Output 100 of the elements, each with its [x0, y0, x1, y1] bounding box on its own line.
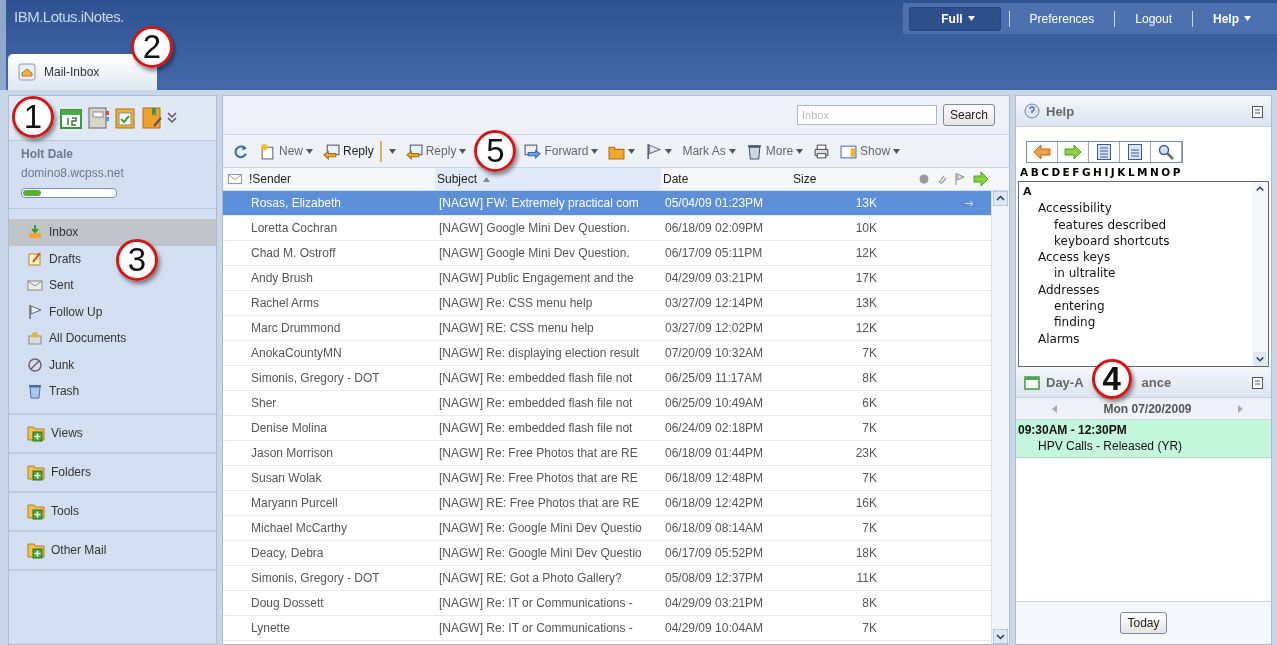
letter-link[interactable]: E	[1062, 166, 1070, 178]
folder-item[interactable]: Drafts	[9, 245, 89, 272]
letter-link[interactable]: N	[1150, 166, 1159, 178]
date-cell-text: 06/18/09 02:09PM	[664, 221, 765, 235]
section-header[interactable]: Folders	[9, 453, 216, 493]
letter-link[interactable]: D	[1051, 166, 1061, 178]
message-row[interactable]: Lynette [NAGW] Re: IT or Communications - 04/29/09 10:04AM 7K	[223, 616, 991, 641]
subject-cell-text: [NAGW] Re: IT or Communications -	[438, 596, 634, 610]
message-row[interactable]: Rachel Arms [NAGW] Re: CSS menu help 03/27/09 12:14PM 13K	[223, 291, 991, 316]
message-row[interactable]: Maryann Purcell [NAGW] RE: Free Photos that are RE 06/18/09 12:42PM 16K	[223, 491, 991, 516]
scroll-down-icon[interactable]	[1253, 352, 1267, 366]
sender-cell-text: Sher	[250, 396, 278, 410]
message-row[interactable]: Sher [NAGW] Re: embedded flash file not 06/25/09 10:49AM 6K	[223, 391, 991, 416]
size-cell-text: 8K	[861, 371, 878, 385]
message-row[interactable]: Marc Drummond [NAGW] RE: CSS menu help 03/27/09 12:02PM 12K	[223, 316, 991, 341]
index-entry[interactable]: in ultralite	[1054, 265, 1116, 282]
letter-link[interactable]: O	[1161, 166, 1171, 178]
letter-link[interactable]: A	[1020, 166, 1029, 178]
size-cell-text: 7K	[861, 346, 878, 360]
back-arrow-icon[interactable]	[1033, 145, 1051, 159]
forward-arrow-icon[interactable]	[1064, 145, 1082, 159]
address-book-icon[interactable]	[86, 106, 110, 130]
today-button[interactable]: Today	[1120, 612, 1167, 634]
message-row[interactable]: Chad M. Ostroff [NAGW] Google Mini Dev Question. 06/17/09 05:11PM 12K	[223, 241, 991, 266]
message-row[interactable]: Jason Morrison [NAGW] Re: Free Photos that are RE 06/18/09 01:44PM 23K	[223, 441, 991, 466]
column-header[interactable]: !Sender	[247, 168, 435, 190]
letter-link[interactable]: M	[1137, 166, 1148, 178]
menu-link[interactable]: Logout	[1123, 6, 1184, 31]
message-row[interactable]: Denise Molina [NAGW] Re: embedded flash file not 06/24/09 02:18PM 7K	[223, 416, 991, 441]
message-row[interactable]: Loretta Cochran [NAGW] Google Mini Dev Question. 06/18/09 02:09PM 10K	[223, 216, 991, 241]
message-row[interactable]: Susan Wolak [NAGW] Re: Free Photos that are RE 06/18/09 12:48PM 7K	[223, 466, 991, 491]
message-row[interactable]: Simonis, Gregory - DOT [NAGW] RE: Got a Photo Gallery? 05/08/09 12:37PM 11K	[223, 566, 991, 591]
index-entry[interactable]: Accessibility	[1038, 200, 1112, 217]
column-header[interactable]: Subject	[435, 168, 661, 190]
message-row[interactable]: Deacy, Debra [NAGW] Re: Google Mini Dev Questio 06/17/09 05:52PM 18K	[223, 541, 991, 566]
letter-link[interactable]: G	[1081, 166, 1091, 178]
toolbar-button[interactable]: Forward	[521, 140, 602, 162]
letter-link[interactable]: B	[1030, 166, 1039, 178]
panel-menu-icon[interactable]	[1252, 104, 1263, 118]
toolbar-button[interactable]: Show	[837, 140, 904, 162]
calendar-entry[interactable]: 09:30AM - 12:30PM HPV Calls - Released (YR)	[1016, 420, 1271, 458]
folder-item[interactable]: Trash	[9, 378, 88, 405]
notebook-icon[interactable]	[140, 106, 164, 130]
index-entry[interactable]: features described	[1054, 216, 1167, 233]
toolbar-button[interactable]: New	[256, 140, 316, 162]
letter-link[interactable]: C	[1041, 166, 1049, 178]
panel-menu-icon[interactable]	[1252, 375, 1263, 389]
message-row[interactable]: Michael McCarthy [NAGW] Re: Google Mini Dev Questio 06/18/09 08:14AM 7K	[223, 516, 991, 541]
folder-item[interactable]: Inbox	[9, 219, 216, 246]
scrollbar[interactable]	[991, 191, 1009, 644]
search-field[interactable]: Inbox	[796, 105, 937, 125]
letter-link[interactable]: P	[1172, 166, 1181, 178]
index-entry[interactable]: finding	[1054, 314, 1096, 331]
folder-item[interactable]: Sent	[9, 272, 82, 299]
message-row[interactable]: Doug Dossett [NAGW] Re: IT or Communications - 04/29/09 03:21PM 8K	[223, 591, 991, 616]
folder-item[interactable]: Follow Up	[9, 298, 111, 325]
message-row[interactable]: Simonis, Gregory - DOT [NAGW] Re: embedded flash file not 06/25/09 11:17AM 8K	[223, 366, 991, 391]
section-header[interactable]: Tools	[9, 492, 216, 532]
contents-icon[interactable]	[1097, 144, 1111, 160]
letter-link[interactable]: L	[1127, 166, 1135, 178]
checklist-icon[interactable]	[113, 106, 137, 130]
sender-cell-text: Deacy, Debra	[250, 546, 325, 560]
toolbar-button[interactable]: Reply	[402, 140, 470, 162]
sender-cell-text: Chad M. Ostroff	[250, 246, 337, 260]
scroll-up-icon[interactable]	[993, 191, 1008, 206]
scrollbar[interactable]	[1252, 182, 1268, 366]
search-icon[interactable]	[1158, 144, 1174, 160]
section-header[interactable]: Other Mail	[9, 531, 216, 571]
index-entry[interactable]: Alarms	[1038, 330, 1080, 347]
folder-item[interactable]: All Documents	[9, 325, 135, 352]
menu-dropdown[interactable]: Full	[909, 6, 1001, 31]
sender-cell-text: Andy Brush	[250, 271, 315, 285]
letter-link[interactable]: J	[1110, 166, 1115, 178]
search-button[interactable]: Search	[942, 104, 995, 126]
index-entry[interactable]: keyboard shortcuts	[1054, 232, 1170, 250]
letter-link[interactable]: I	[1104, 166, 1109, 178]
letter-link[interactable]: H	[1093, 166, 1102, 178]
message-row[interactable]: AnokaCountyMN [NAGW] Re: displaying election result 07/20/09 10:32AM 7K	[223, 341, 991, 366]
size-cell-text: 7K	[861, 421, 878, 435]
toolbar-button[interactable]: Reply	[320, 140, 382, 162]
scroll-down-icon[interactable]	[993, 629, 1008, 644]
index-entry[interactable]: Access keys	[1038, 249, 1111, 266]
column-header[interactable]: Size	[791, 168, 881, 190]
section-header[interactable]: Views	[9, 414, 216, 454]
menu-dropdown[interactable]: Help	[1201, 6, 1263, 31]
letter-link[interactable]: K	[1117, 166, 1126, 178]
index-icon[interactable]	[1128, 144, 1142, 160]
index-entry[interactable]: Addresses	[1038, 281, 1100, 299]
toolbar-button[interactable]: More	[742, 140, 807, 162]
index-entry[interactable]: entering	[1054, 298, 1105, 315]
expand-icon[interactable]	[167, 112, 177, 124]
letter-link[interactable]: F	[1072, 166, 1080, 178]
menu-link[interactable]: Preferences	[1017, 6, 1107, 31]
column-header[interactable]: Date	[661, 168, 791, 190]
folder-item[interactable]: Junk	[9, 351, 83, 378]
toolbar-button[interactable]: Mark As	[679, 142, 739, 160]
calendar-icon[interactable]	[59, 106, 83, 130]
callout-marker: 4	[1091, 359, 1132, 399]
message-row[interactable]: Andy Brush [NAGW] Public Engagement and the 04/29/09 03:21PM 17K	[223, 266, 991, 291]
paperclip-icon	[937, 173, 947, 185]
